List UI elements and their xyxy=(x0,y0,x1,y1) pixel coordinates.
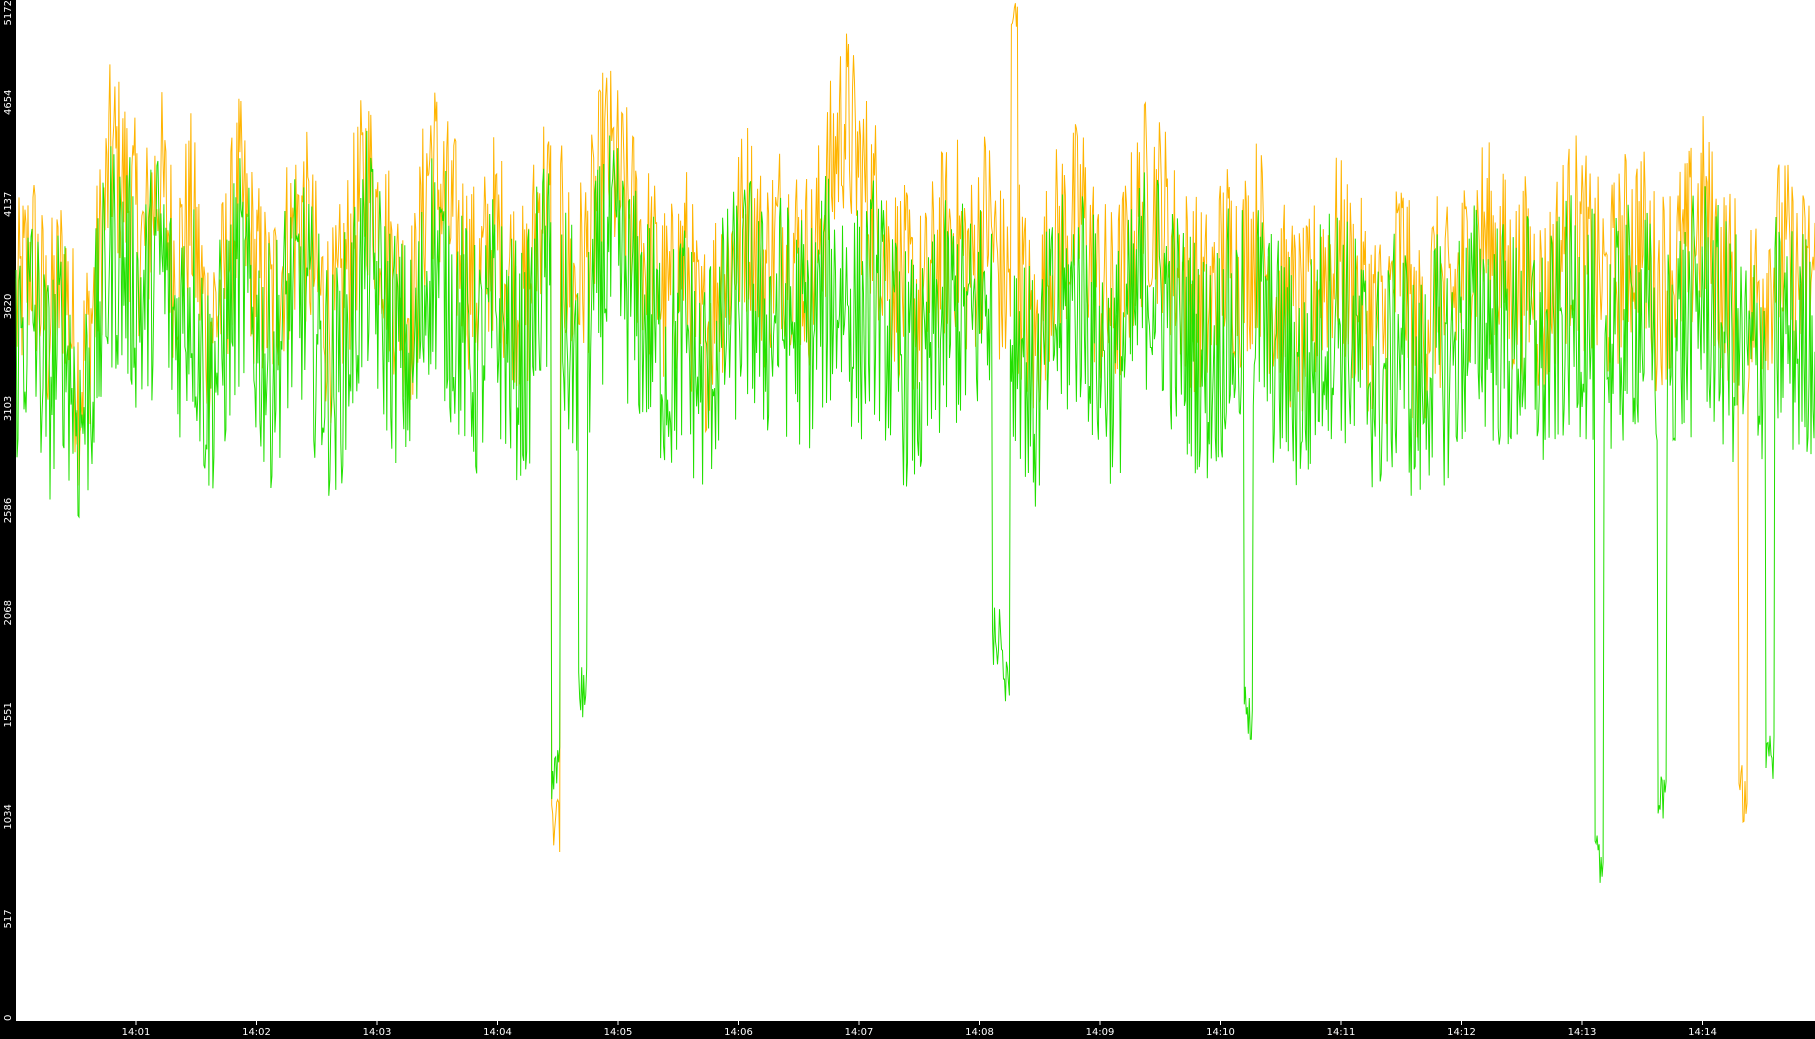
y-tick-label: 1034 xyxy=(3,804,14,829)
x-tick-label: 14:03 xyxy=(363,1027,392,1038)
x-tick-label: 14:02 xyxy=(242,1027,271,1038)
x-tick-label: 14:06 xyxy=(724,1027,753,1038)
y-tick-label: 517 xyxy=(3,909,14,928)
plot-area: 0 517 1034 1551 2068 2586 3103 3620 4137 4654 5172… xyxy=(3,0,1815,1038)
y-tick-label: 0 xyxy=(3,1015,14,1021)
x-tick-label: 14:09 xyxy=(1086,1027,1115,1038)
y-tick-label: 2068 xyxy=(3,600,14,625)
chart: 0 517 1034 1551 2068 2586 3103 3620 4137 4654 5172… xyxy=(0,0,1815,1039)
x-tick-label: 14:04 xyxy=(483,1027,512,1038)
x-tick-label: 14:11 xyxy=(1327,1027,1356,1038)
y-tick-label: 3103 xyxy=(3,396,14,421)
x-tick-label: 14:08 xyxy=(965,1027,994,1038)
y-tick-label: 3620 xyxy=(3,294,14,319)
y-tick-label: 2586 xyxy=(3,498,14,523)
x-tick-label: 14:01 xyxy=(122,1027,151,1038)
y-tick-label: 4137 xyxy=(3,192,14,217)
x-tick-label: 14:12 xyxy=(1447,1027,1476,1038)
x-tick-label: 14:05 xyxy=(604,1027,633,1038)
y-tick-label: 5172 xyxy=(3,0,14,25)
y-tick-label: 1551 xyxy=(3,702,14,727)
x-tick-label: 14:07 xyxy=(845,1027,874,1038)
y-tick-label: 4654 xyxy=(3,90,14,115)
x-tick-label: 14:10 xyxy=(1206,1027,1235,1038)
x-tick-label: 14:13 xyxy=(1568,1027,1597,1038)
x-tick-label: 14:14 xyxy=(1688,1027,1717,1038)
